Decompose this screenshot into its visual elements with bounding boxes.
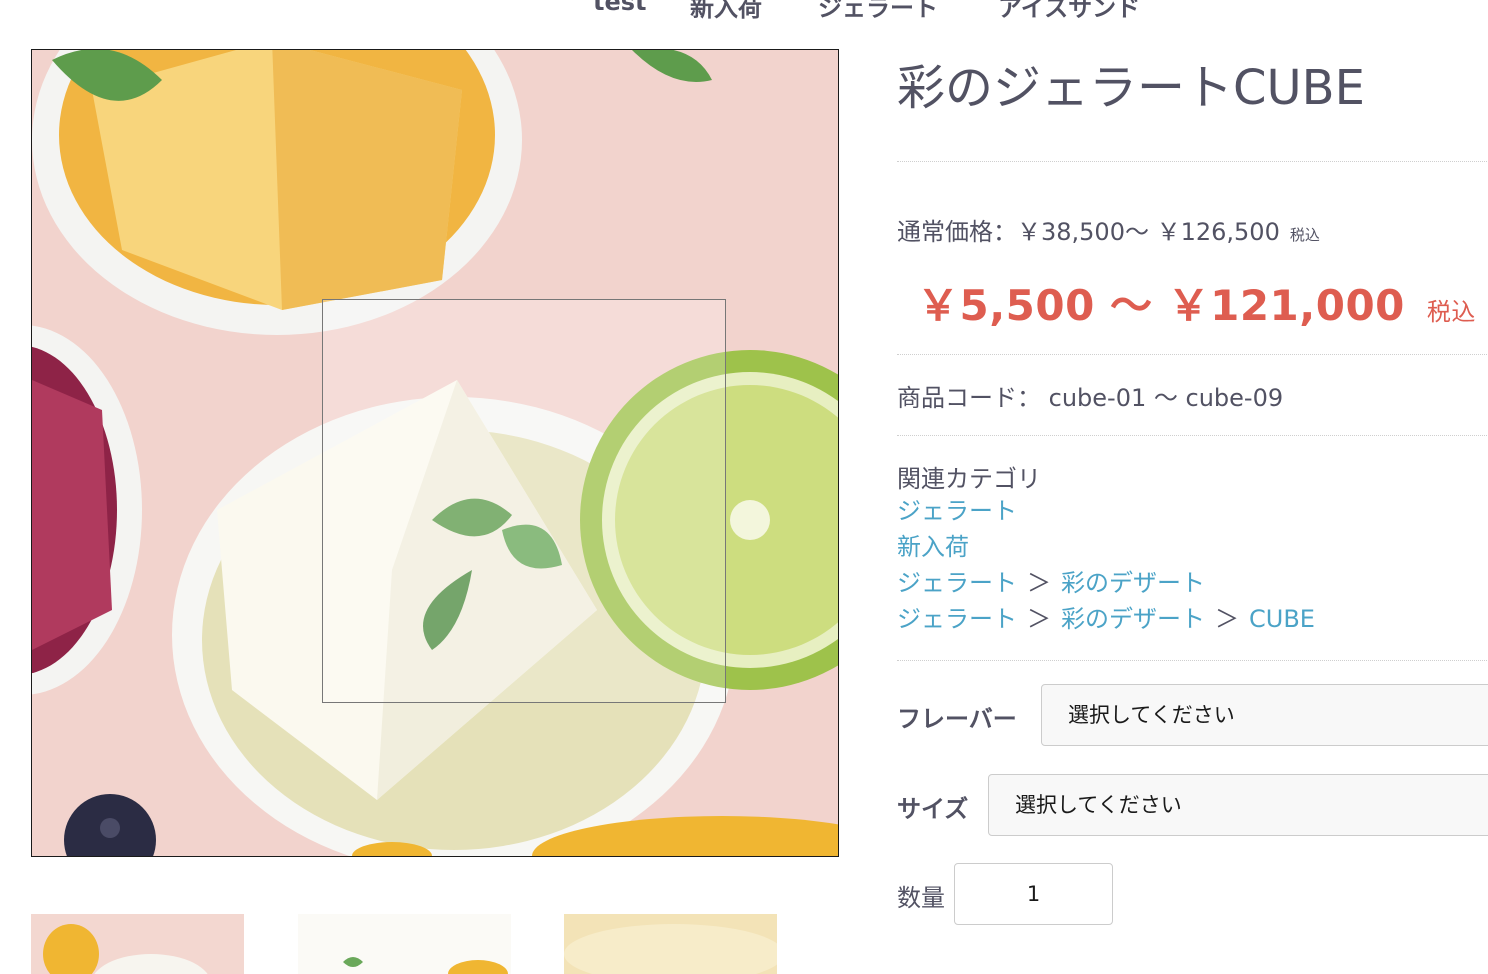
breadcrumb-separator: ＞	[1027, 569, 1051, 597]
thumbnail-image-3	[564, 914, 777, 974]
size-label: サイズ	[897, 795, 969, 823]
regular-price-tax: 税込	[1289, 226, 1320, 244]
flavor-select[interactable]: 選択してください	[1041, 684, 1488, 746]
sale-price-tax: 税込	[1426, 298, 1476, 326]
quantity-input[interactable]	[954, 863, 1113, 925]
category-line: ジェラート ＞ 彩のデザート ＞ CUBE	[897, 601, 1315, 637]
category-link-color-dessert[interactable]: 彩のデザート	[1061, 605, 1205, 633]
regular-price-label: 通常価格：	[897, 218, 1017, 246]
product-main-image[interactable]	[31, 49, 839, 857]
related-categories: ジェラート 新入荷 ジェラート ＞ 彩のデザート ジェラート ＞ 彩のデザート ＞ CUBE	[897, 493, 1315, 637]
category-link-color-dessert[interactable]: 彩のデザート	[1061, 569, 1205, 597]
product-detail: 彩のジェラートCUBE 通常価格：￥38,500～ ￥126,500 税込 ￥5,…	[897, 0, 1488, 964]
category-link-gelato[interactable]: ジェラート	[897, 605, 1017, 633]
zoom-lens[interactable]	[322, 299, 726, 703]
category-link-gelato[interactable]: ジェラート	[897, 497, 1017, 525]
regular-price: 通常価格：￥38,500～ ￥126,500 税込	[897, 212, 1320, 247]
product-code-label: 商品コード：	[897, 384, 1041, 412]
nav-item-test[interactable]: test	[593, 0, 647, 16]
divider	[897, 161, 1488, 162]
category-line: ジェラート ＞ 彩のデザート	[897, 565, 1315, 601]
category-link-cube[interactable]: CUBE	[1249, 605, 1315, 633]
category-link-gelato[interactable]: ジェラート	[897, 569, 1017, 597]
category-link-new-arrivals[interactable]: 新入荷	[897, 533, 969, 561]
product-code-value: cube-01 ～ cube-09	[1048, 384, 1284, 412]
quantity-label: 数量	[897, 884, 945, 912]
flavor-label: フレーバー	[897, 705, 1017, 733]
category-line: 新入荷	[897, 529, 1315, 565]
sale-price-value: ￥5,500 ～ ￥121,000	[917, 281, 1405, 330]
thumbnail-strip	[31, 914, 791, 974]
category-line: ジェラート	[897, 493, 1315, 529]
thumbnail-image-2	[298, 914, 511, 974]
divider	[897, 354, 1488, 355]
nav-item-new-arrivals[interactable]: 新入荷	[690, 0, 762, 23]
thumbnail-3[interactable]	[564, 914, 777, 974]
divider	[897, 660, 1488, 661]
thumbnail-image-1	[31, 914, 244, 974]
sale-price: ￥5,500 ～ ￥121,000 税込	[917, 272, 1476, 333]
product-code: 商品コード： cube-01 ～ cube-09	[897, 378, 1283, 413]
regular-price-value: ￥38,500～ ￥126,500	[1017, 218, 1280, 246]
size-select[interactable]: 選択してください	[988, 774, 1488, 836]
related-categories-title: 関連カテゴリ	[897, 465, 1041, 493]
thumbnail-1[interactable]	[31, 914, 244, 974]
breadcrumb-separator: ＞	[1027, 605, 1051, 633]
thumbnail-2[interactable]	[298, 914, 511, 974]
product-title: 彩のジェラートCUBE	[897, 60, 1365, 116]
breadcrumb-separator: ＞	[1215, 605, 1239, 633]
divider	[897, 435, 1488, 436]
